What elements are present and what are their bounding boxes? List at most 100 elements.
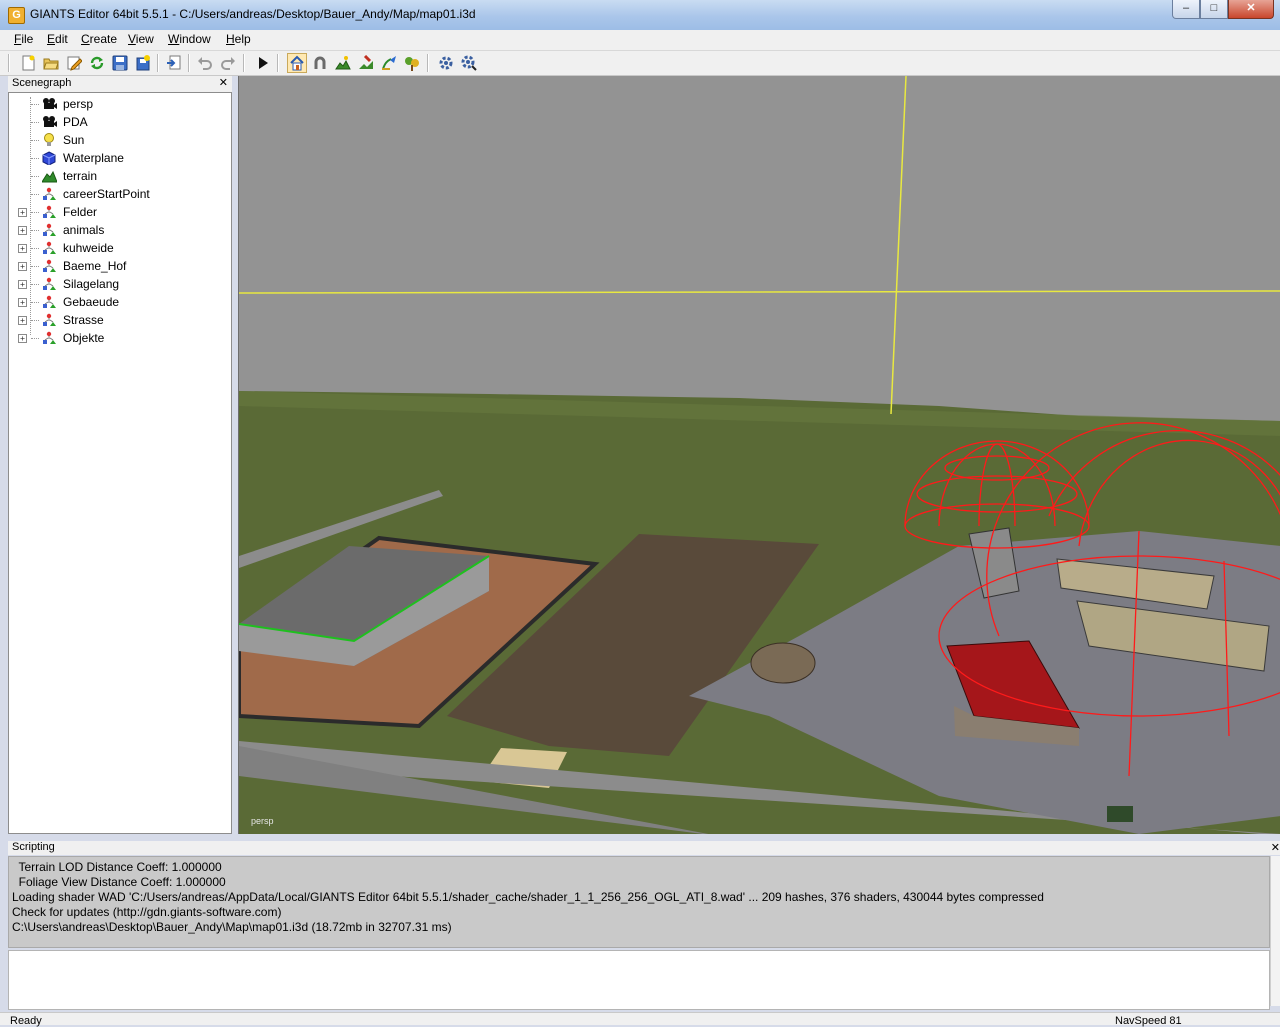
expand-plus-icon[interactable]: + [18, 262, 27, 271]
expand-plus-icon[interactable]: + [18, 316, 27, 325]
tree-item-strasse[interactable]: + Strasse [9, 311, 231, 329]
save-icon[interactable] [111, 54, 129, 72]
close-button[interactable]: ✕ [1228, 0, 1274, 19]
transform-group-icon [42, 277, 57, 291]
menu-file[interactable]: File [12, 32, 35, 46]
tree-item-felder[interactable]: + Felder [9, 203, 231, 221]
expand-plus-icon[interactable]: + [18, 334, 27, 343]
tree-item-label: PDA [63, 115, 88, 129]
foliage-paint-icon[interactable] [380, 54, 398, 72]
redo-icon[interactable] [219, 54, 237, 72]
import-icon[interactable] [165, 54, 183, 72]
camera-icon [42, 115, 57, 129]
tree-guide-line [31, 140, 39, 141]
manure-pile [750, 642, 816, 684]
maximize-button[interactable]: □ [1200, 0, 1228, 19]
tree-item-persp[interactable]: persp [9, 95, 231, 113]
scenegraph-close-icon[interactable]: ✕ [219, 76, 228, 89]
transform-group-icon [42, 241, 57, 255]
terrain-icon [41, 169, 58, 183]
tree-item-label: Silagelang [63, 277, 120, 291]
toolbar-separator [243, 54, 245, 72]
tree-item-label: kuhweide [63, 241, 114, 255]
tree-item-silagelang[interactable]: + Silagelang [9, 275, 231, 293]
expand-plus-icon[interactable]: + [18, 208, 27, 217]
axis-x-line [239, 290, 1280, 294]
expand-plus-icon[interactable]: + [18, 298, 27, 307]
tree-guide-line [31, 248, 39, 249]
giants-app-icon: G [8, 7, 25, 24]
toolbar-separator [427, 54, 429, 72]
scripting-log: Terrain LOD Distance Coeff: 1.000000 Fol… [8, 856, 1270, 948]
menu-view[interactable]: View [126, 32, 156, 46]
tree-guide-line [31, 266, 39, 267]
nav-speed-text: NavSpeed 81 [1115, 1015, 1182, 1027]
tree-item-careerstartpoint[interactable]: careerStartPoint [9, 185, 231, 203]
status-bar: Ready NavSpeed 81 [0, 1012, 1280, 1027]
tree-item-label: persp [63, 97, 94, 111]
magnet-icon[interactable] [311, 54, 329, 72]
tree-item-label: terrain [63, 169, 98, 183]
menu-bar: File Edit Create View Window Help [0, 30, 1280, 51]
status-text: Ready [10, 1015, 42, 1027]
home-icon[interactable] [287, 53, 307, 73]
minimize-button[interactable]: – [1172, 0, 1200, 19]
tree-item-terrain[interactable]: terrain [9, 167, 231, 185]
terrain-sculpt-icon[interactable] [357, 54, 375, 72]
terrain-paint-icon[interactable] [334, 54, 352, 72]
log-line: Terrain LOD Distance Coeff: 1.000000 [12, 860, 222, 874]
tree-item-label: Objekte [63, 331, 105, 345]
script-input[interactable] [8, 950, 1270, 1010]
cube-icon [42, 151, 57, 166]
scripting-close-icon[interactable]: ✕ [1271, 841, 1280, 854]
tree-item-label: careerStartPoint [63, 187, 150, 201]
expand-plus-icon[interactable]: + [18, 244, 27, 253]
open-folder-icon[interactable] [42, 54, 60, 72]
settings-gear-icon[interactable] [437, 54, 455, 72]
tree-item-animals[interactable]: + animals [9, 221, 231, 239]
tree-item-objekte[interactable]: + Objekte [9, 329, 231, 347]
edit-icon[interactable] [65, 54, 83, 72]
menu-help[interactable]: Help [224, 32, 253, 46]
toolbar-separator [157, 54, 159, 72]
toolbar-separator [188, 54, 190, 72]
scripting-scrollbar[interactable] [1270, 856, 1280, 1006]
log-line: Foliage View Distance Coeff: 1.000000 [12, 875, 226, 889]
toolbar-separator [277, 54, 279, 72]
scripting-title: Scripting [12, 841, 55, 853]
tree-guide-line [31, 194, 39, 195]
play-icon[interactable] [254, 54, 272, 72]
scenegraph-title: Scenegraph [12, 77, 72, 89]
menu-create[interactable]: Create [79, 32, 119, 46]
tree-item-gebaeude[interactable]: + Gebaeude [9, 293, 231, 311]
undo-icon[interactable] [196, 54, 214, 72]
tree-item-baeme-hof[interactable]: + Baeme_Hof [9, 257, 231, 275]
toolbar-grip [8, 54, 10, 72]
expand-plus-icon[interactable]: + [18, 280, 27, 289]
refresh-icon[interactable] [88, 54, 106, 72]
menu-window[interactable]: Window [166, 32, 213, 46]
foliage-brush-icon[interactable] [403, 54, 421, 72]
new-file-icon[interactable] [19, 54, 37, 72]
3d-viewport[interactable]: persp [238, 76, 1280, 834]
tree-guide-line [31, 158, 39, 159]
tree-item-sun[interactable]: Sun [9, 131, 231, 149]
tree-item-pda[interactable]: PDA [9, 113, 231, 131]
expand-plus-icon[interactable]: + [18, 226, 27, 235]
tree-guide-line [31, 230, 39, 231]
log-line: Loading shader WAD 'C:/Users/andreas/App… [12, 890, 1044, 904]
save-all-icon[interactable] [134, 54, 152, 72]
tree-item-kuhweide[interactable]: + kuhweide [9, 239, 231, 257]
viewport-camera-label: persp [251, 816, 274, 826]
scenegraph-tree[interactable]: persp PDA Sun Waterplane terrain careerStartP… [8, 92, 232, 834]
transform-group-icon [42, 205, 57, 219]
transform-group-icon [42, 295, 57, 309]
scenegraph-header: Scenegraph ✕ [8, 76, 232, 92]
window-controls: – □ ✕ [1172, 0, 1274, 20]
tree-item-waterplane[interactable]: Waterplane [9, 149, 231, 167]
settings-gear2-icon[interactable] [460, 54, 478, 72]
tree-item-label: animals [63, 223, 105, 237]
menu-edit[interactable]: Edit [45, 32, 70, 46]
log-line: C:\Users\andreas\Desktop\Bauer_Andy\Map\… [12, 920, 452, 934]
tree-guide-line [31, 104, 39, 105]
